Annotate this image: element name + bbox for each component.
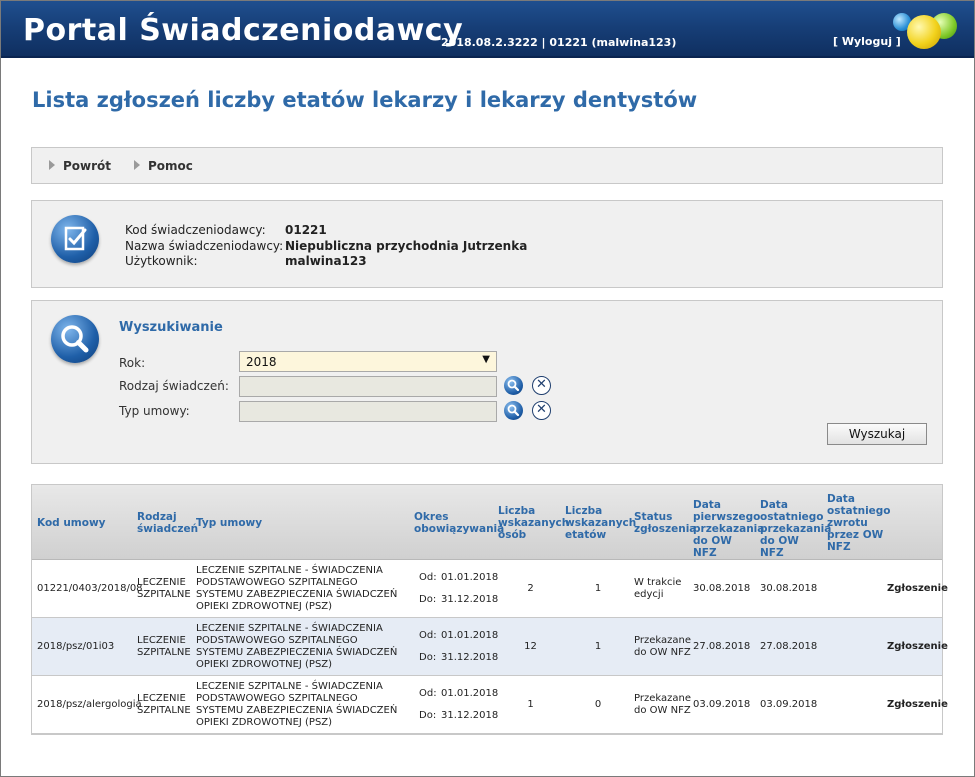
magnifier-icon <box>51 315 99 363</box>
valid-to-label: Do: <box>419 594 437 605</box>
table-row[interactable]: 01221/0403/2018/08 LECZENIE SZPITALNE LECZ… <box>32 560 948 618</box>
first-transfer-cell: 30.08.2018 <box>693 583 751 594</box>
last-transfer-cell: 30.08.2018 <box>760 583 818 594</box>
fte-count-cell: 1 <box>594 583 602 594</box>
table-header: Kod umowy Rodzaj świadczeń Typ umowy Okr… <box>32 485 942 560</box>
valid-to-cell: 31.12.2018 <box>441 710 499 721</box>
app-title: Portal Świadczeniodawcy <box>23 13 464 48</box>
fte-count-cell: 0 <box>594 699 602 710</box>
clear-icon[interactable]: ✕ <box>532 376 551 395</box>
contract-code-cell: 2018/psz/01i03 <box>37 641 115 652</box>
service-type-cell: LECZENIE SZPITALNE <box>137 635 191 658</box>
persons-count-cell: 12 <box>524 641 537 652</box>
clear-icon[interactable]: ✕ <box>532 401 551 420</box>
year-select[interactable]: 2018 ▼ <box>239 351 497 372</box>
report-link[interactable]: Zgłoszenie <box>887 641 948 653</box>
fte-count-cell: 1 <box>594 641 602 652</box>
provider-info-panel: Kod świadczeniodawcy: 01221 Nazwa świadc… <box>31 200 943 288</box>
service-type-label: Rodzaj świadczeń: <box>119 379 229 393</box>
provider-name-value: Niepubliczna przychodnia Jutrzenka <box>285 239 528 253</box>
col-service-type[interactable]: Rodzaj świadczeń <box>137 511 198 535</box>
triangle-right-icon <box>49 160 55 170</box>
year-label: Rok: <box>119 356 146 370</box>
status-cell: Przekazane do OW NFZ <box>634 693 691 716</box>
valid-from-cell: 01.01.2018 <box>441 630 499 641</box>
col-contract-code[interactable]: Kod umowy <box>37 517 132 529</box>
col-status[interactable]: Status zgłoszenia <box>634 511 696 535</box>
app-header: Portal Świadczeniodawcy 2018.08.2.3222 |… <box>1 1 974 58</box>
logo-balls-icon <box>889 9 959 51</box>
contract-type-cell: LECZENIE SZPITALNE - ŚWIADCZENIA PODSTAW… <box>196 623 398 670</box>
contract-code-cell: 01221/0403/2018/08 <box>37 583 143 594</box>
persons-count-cell: 1 <box>527 699 534 710</box>
back-label: Powrót <box>63 159 112 173</box>
search-panel: Wyszukiwanie Rok: 2018 ▼ Rodzaj świadcze… <box>31 300 943 464</box>
service-type-cell: LECZENIE SZPITALNE <box>137 577 191 600</box>
valid-from-label: Od: <box>419 630 437 641</box>
valid-to-label: Do: <box>419 652 437 663</box>
report-link[interactable]: Zgłoszenie <box>887 699 948 711</box>
service-type-field[interactable] <box>239 376 497 397</box>
contract-type-cell: LECZENIE SZPITALNE - ŚWIADCZENIA PODSTAW… <box>196 565 398 612</box>
persons-count-cell: 2 <box>527 583 534 594</box>
year-value: 2018 <box>246 355 277 369</box>
last-transfer-cell: 03.09.2018 <box>760 699 818 710</box>
yellow-ball-icon <box>907 15 941 49</box>
col-first-transfer[interactable]: Data pierwszego przekazania do OW NFZ <box>693 499 764 559</box>
back-link[interactable]: Powrót <box>49 159 111 173</box>
valid-from-label: Od: <box>419 688 437 699</box>
first-transfer-cell: 03.09.2018 <box>693 699 751 710</box>
provider-code-value: 01221 <box>285 223 327 237</box>
col-last-return[interactable]: Data ostatniego zwrotu przez OW NFZ <box>827 493 893 553</box>
valid-from-cell: 01.01.2018 <box>441 572 499 583</box>
provider-code-label: Kod świadczeniodawcy: <box>125 223 266 237</box>
last-transfer-cell: 27.08.2018 <box>760 641 818 652</box>
version-info: 2018.08.2.3222 | 01221 (malwina123) <box>441 36 677 49</box>
user-label: Użytkownik: <box>125 254 198 268</box>
dropdown-arrow-icon: ▼ <box>482 354 490 365</box>
valid-from-label: Od: <box>419 572 437 583</box>
col-persons-count[interactable]: Liczba wskazanych osób <box>498 505 569 541</box>
valid-from-cell: 01.01.2018 <box>441 688 499 699</box>
report-link[interactable]: Zgłoszenie <box>887 583 948 595</box>
page-title: Lista zgłoszeń liczby etatów lekarzy i l… <box>32 88 698 112</box>
action-bar: Powrót Pomoc <box>31 147 943 184</box>
help-link[interactable]: Pomoc <box>134 159 193 173</box>
table-row[interactable]: 2018/psz/alergologia LECZENIE SZPITALNE LE… <box>32 676 948 734</box>
col-last-transfer[interactable]: Data ostatniego przekazania do OW NFZ <box>760 499 831 559</box>
valid-to-cell: 31.12.2018 <box>441 652 499 663</box>
valid-to-label: Do: <box>419 710 437 721</box>
search-heading: Wyszukiwanie <box>119 320 223 335</box>
valid-to-cell: 31.12.2018 <box>441 594 499 605</box>
contract-code-cell: 2018/psz/alergologia <box>37 699 142 710</box>
checklist-icon <box>51 215 99 263</box>
contract-type-cell: LECZENIE SZPITALNE - ŚWIADCZENIA PODSTAW… <box>196 681 398 728</box>
provider-name-label: Nazwa świadczeniodawcy: <box>125 239 284 253</box>
contract-type-label: Typ umowy: <box>119 404 190 418</box>
results-table: Kod umowy Rodzaj świadczeń Typ umowy Okr… <box>31 484 948 735</box>
status-cell: Przekazane do OW NFZ <box>634 635 691 658</box>
service-type-cell: LECZENIE SZPITALNE <box>137 693 191 716</box>
help-label: Pomoc <box>148 159 193 173</box>
search-icon[interactable] <box>504 376 523 395</box>
col-contract-type[interactable]: Typ umowy <box>196 517 396 529</box>
user-value: malwina123 <box>285 254 367 268</box>
col-validity-period[interactable]: Okres obowiązywania <box>414 511 504 535</box>
table-row[interactable]: 2018/psz/01i03 LECZENIE SZPITALNE LECZENIE… <box>32 618 948 676</box>
contract-type-field[interactable] <box>239 401 497 422</box>
col-fte-count[interactable]: Liczba wskazanych etatów <box>565 505 636 541</box>
first-transfer-cell: 27.08.2018 <box>693 641 751 652</box>
status-cell: W trakcie edycji <box>634 577 682 600</box>
search-button[interactable]: Wyszukaj <box>827 423 927 445</box>
triangle-right-icon <box>134 160 140 170</box>
search-icon[interactable] <box>504 401 523 420</box>
